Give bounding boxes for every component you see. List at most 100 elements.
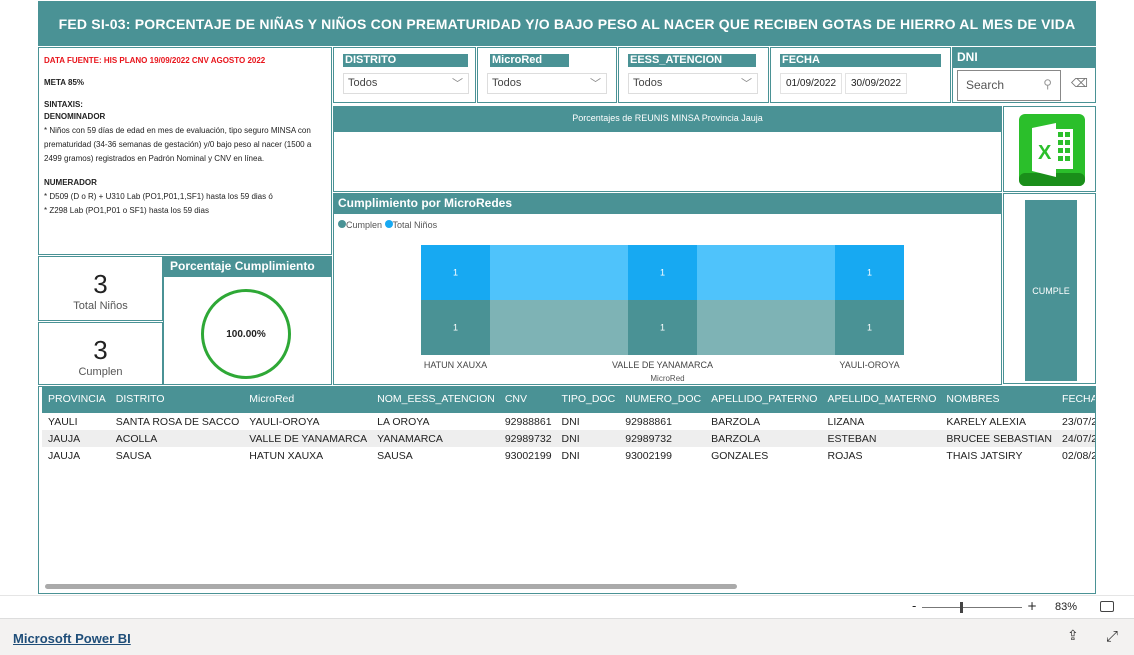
table-cell: YANAMARCA: [371, 430, 499, 447]
table-cell: 92988861: [625, 415, 672, 428]
table-cell: 02/08/22: [1062, 449, 1095, 462]
total-ninos-label: Total Niños: [73, 300, 128, 312]
table-cell: JAUJA: [48, 449, 81, 462]
table-cell: ROJAS: [827, 449, 863, 462]
excel-icon: X: [1019, 114, 1085, 186]
microred-dropdown[interactable]: Todos ﹀: [487, 73, 607, 94]
data-source: DATA FUENTE: HIS PLANO 19/09/2022 CNV AG…: [44, 56, 266, 65]
table-row[interactable]: YAULI SANTA ROSA DE SACCO YAULI-OROYA LA OR…: [42, 413, 1095, 430]
powerbi-link[interactable]: Microsoft Power BI: [13, 631, 131, 646]
data-label: 1: [660, 268, 665, 278]
table-cell: KARELY ALEXIA: [946, 415, 1026, 428]
chevron-down-icon: ﹀: [590, 78, 601, 90]
table-cell: DNI: [555, 430, 620, 447]
table-cell: 93002199: [625, 449, 672, 462]
chart-title: Cumplimiento por MicroRedes: [334, 194, 1001, 214]
column-header[interactable]: TIPO_DOC: [555, 387, 620, 413]
table-cell: ACOLLA: [109, 430, 244, 447]
table-cell: SANTA ROSA DE SACCO: [115, 415, 240, 428]
cumplen-label: Cumplen: [78, 366, 123, 378]
ribbon-total-niños: [697, 245, 835, 300]
column-header[interactable]: APELLIDO_PATERNO: [705, 387, 822, 413]
zoom-value: 83%: [1055, 601, 1078, 613]
eess-dropdown[interactable]: Todos ﹀: [628, 73, 758, 94]
total-ninos-card: 3 Total Niños: [38, 256, 163, 321]
eess-value: Todos: [633, 77, 663, 89]
microred-label: MicroRed: [490, 54, 569, 67]
table-cell: SAUSA: [115, 449, 152, 462]
table-row[interactable]: JAUJA ACOLLA VALLE DE YANAMARCA YANAMARCA 92…: [42, 430, 1095, 447]
denominador-label: DENOMINADOR: [44, 112, 106, 121]
data-label: 1: [660, 323, 665, 333]
table-cell: 23/07/22: [1062, 415, 1095, 428]
dni-search-input[interactable]: Search ⚲: [957, 70, 1061, 101]
distrito-dropdown[interactable]: Todos ﹀: [343, 73, 469, 94]
zoom-in-button[interactable]: +: [1027, 599, 1037, 613]
fecha-slicer: FECHA 01/09/2022 30/09/2022: [770, 47, 951, 103]
table-cell: BARZOLA: [711, 415, 761, 428]
fecha-end-input[interactable]: 30/09/2022: [845, 73, 908, 94]
search-icon: ⚲: [1043, 77, 1052, 91]
expand-icon[interactable]: ⤢: [1106, 627, 1118, 645]
cumplen-value: 3: [93, 335, 108, 365]
x-axis-title: MicroRed: [650, 374, 685, 383]
table-cell: 24/07/22: [1056, 430, 1095, 447]
porcentaje-title: Porcentaje Cumplimiento: [164, 257, 331, 277]
x-tick-label: YAULI-OROYA: [839, 360, 899, 370]
column-header[interactable]: NUMERO_DOC: [619, 387, 706, 413]
column-header[interactable]: DISTRITO: [109, 387, 244, 413]
column-header[interactable]: NOMBRES: [940, 387, 1057, 413]
table-cell: THAIS JATSIRY: [946, 449, 1023, 462]
chart-plot: 1 1 HATUN XAUXA 1 1 VALLE DE YANAMARCA 1 1 YAULI…: [421, 245, 904, 370]
table-cell: GONZALES: [711, 449, 769, 462]
info-panel: DATA FUENTE: HIS PLANO 19/09/2022 CNV AG…: [38, 47, 332, 255]
column-header[interactable]: CNV: [498, 387, 556, 413]
banner-text: Porcentajes de REUNIS MINSA Provincia Ja…: [334, 107, 1001, 132]
table-cell: BRUCEE SEBASTIAN: [940, 430, 1057, 447]
numerador-label: NUMERADOR: [44, 178, 97, 187]
table-cell: DNI: [561, 415, 580, 428]
zoom-out-button[interactable]: -: [912, 599, 916, 613]
svg-text:X: X: [1038, 142, 1052, 164]
zoom-slider[interactable]: [922, 607, 1022, 608]
data-label: 1: [453, 323, 458, 333]
table-cell: SAUSA: [377, 449, 413, 462]
horizontal-scrollbar[interactable]: [45, 584, 737, 589]
meta: META 85%: [44, 78, 85, 87]
column-header[interactable]: APELLIDO_MATERNO: [821, 387, 941, 413]
ribbon-cumplen: [697, 300, 835, 355]
column-header[interactable]: MicroRed: [243, 387, 372, 413]
zoom-slider-handle[interactable]: [960, 602, 963, 613]
column-header[interactable]: PROVINCIA: [42, 387, 110, 413]
column-header[interactable]: FECHA_NA: [1056, 387, 1095, 413]
eraser-icon[interactable]: ⌫: [1071, 76, 1088, 90]
report-title: FED SI-03: PORCENTAJE DE NIÑAS Y NIÑOS C…: [38, 1, 1096, 46]
total-ninos-value: 3: [93, 269, 108, 299]
porcentaje-card: Porcentaje Cumplimiento 100.00%: [163, 256, 332, 385]
table-cell: BARZOLA: [705, 430, 822, 447]
dni-slicer: DNI Search ⚲ ⌫: [952, 47, 1096, 103]
eess-label: EESS_ATENCION: [628, 54, 756, 67]
share-icon[interactable]: ⇪: [1067, 628, 1079, 644]
eess-slicer: EESS_ATENCION Todos ﹀: [618, 47, 769, 103]
excel-export-button[interactable]: X: [1003, 106, 1096, 192]
porcentaje-value: 100.00%: [226, 328, 266, 340]
fecha-label: FECHA: [780, 54, 941, 67]
dni-label: DNI: [953, 48, 1095, 68]
data-label: 1: [867, 323, 872, 333]
porcentaje-gauge: 100.00%: [201, 289, 291, 379]
footer: Microsoft Power BI ⇪ ⤢: [0, 618, 1134, 655]
fit-page-icon[interactable]: [1100, 601, 1114, 612]
ribbon-cumplen: [490, 300, 628, 355]
cumple-button[interactable]: CUMPLE: [1025, 200, 1077, 381]
fecha-start-input[interactable]: 01/09/2022: [780, 73, 843, 94]
chevron-down-icon: ﹀: [741, 78, 752, 90]
x-tick-label: HATUN XAUXA: [424, 360, 487, 370]
zoom-bar: - + 83%: [0, 595, 1134, 618]
column-header[interactable]: NOM_EESS_ATENCION: [371, 387, 499, 413]
chevron-down-icon: ﹀: [452, 78, 463, 90]
data-table: PROVINCIA DISTRITO MicroRed NOM_EESS_ATENCI…: [38, 386, 1096, 594]
ribbon-total-niños: [490, 245, 628, 300]
table-row[interactable]: JAUJA SAUSA HATUN XAUXA SAUSA 93002199 DNI 930…: [42, 447, 1095, 464]
table-cell: LIZANA: [827, 415, 865, 428]
